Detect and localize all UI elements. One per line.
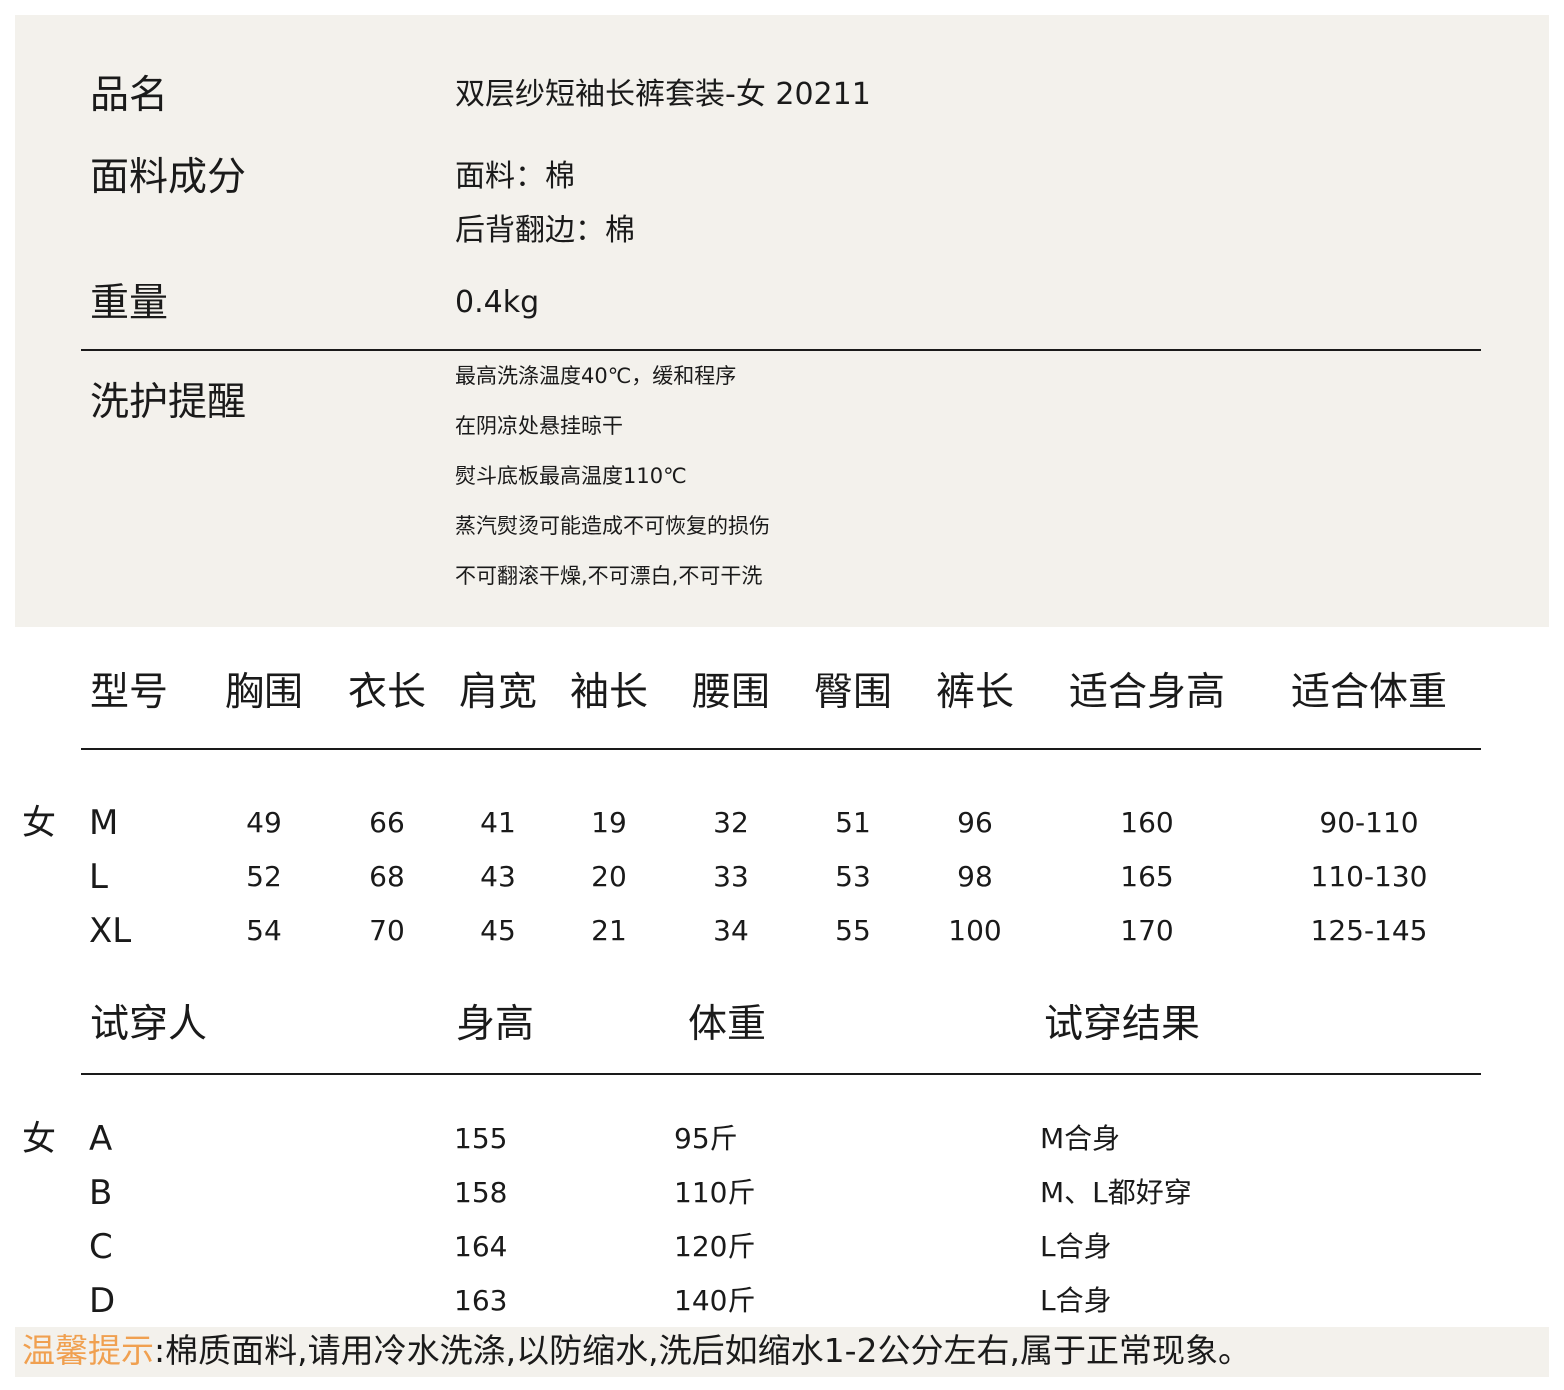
length-value: 66 — [369, 806, 405, 839]
pants-length-value: 98 — [957, 860, 993, 893]
shoulder-value: 45 — [480, 914, 516, 947]
fabric-line-main: 面料：棉 — [455, 159, 575, 194]
size-header-waist: 腰围 — [691, 670, 771, 715]
size-header-divider — [81, 748, 1481, 750]
chest-value: 52 — [246, 860, 282, 893]
tester-height: 158 — [454, 1176, 508, 1209]
product-name-label: 品名 — [90, 73, 169, 118]
tester-id: D — [89, 1281, 116, 1321]
shoulder-value: 41 — [480, 806, 516, 839]
fitting-header-result: 试穿结果 — [1044, 1002, 1201, 1047]
size-code: M — [89, 803, 119, 843]
waist-value: 33 — [713, 860, 749, 893]
tester-weight: 95斤 — [674, 1122, 738, 1155]
care-line: 熨斗底板最高温度110℃ — [455, 464, 687, 488]
waist-value: 32 — [713, 806, 749, 839]
size-header-hip: 臀围 — [813, 670, 893, 715]
tester-id: A — [89, 1119, 113, 1159]
sleeve-value: 19 — [591, 806, 627, 839]
pants-length-value: 96 — [957, 806, 993, 839]
tester-result: M合身 — [1040, 1122, 1121, 1155]
care-line: 蒸汽熨烫可能造成不可恢复的损伤 — [455, 514, 770, 538]
size-header-height: 适合身高 — [1068, 670, 1226, 715]
tester-result: L合身 — [1040, 1230, 1112, 1263]
size-header-chest: 胸围 — [224, 670, 304, 715]
size-header-weight: 适合体重 — [1290, 670, 1448, 715]
size-header-sleeve: 袖长 — [569, 670, 649, 715]
hip-value: 51 — [835, 806, 871, 839]
weight-value: 0.4kg — [455, 285, 540, 320]
tester-id: C — [89, 1227, 113, 1267]
size-header-pants-length: 裤长 — [935, 670, 1015, 715]
shoulder-value: 43 — [480, 860, 516, 893]
weight-label: 重量 — [90, 281, 169, 326]
tester-id: B — [89, 1173, 113, 1213]
height-value: 170 — [1120, 914, 1174, 947]
tip-text: 温馨提示:棉质面料,请用冷水洗涤,以防缩水,洗后如缩水1-2公分左右,属于正常现… — [22, 1334, 1251, 1367]
fabric-line-back: 后背翻边：棉 — [455, 213, 635, 248]
tester-height: 164 — [454, 1230, 508, 1263]
tester-height: 155 — [454, 1122, 508, 1155]
size-header-model: 型号 — [90, 670, 169, 715]
size-header-length: 衣长 — [347, 670, 427, 715]
sleeve-value: 21 — [591, 914, 627, 947]
tip-message: :棉质面料,请用冷水洗涤,以防缩水,洗后如缩水1-2公分左右,属于正常现象。 — [154, 1331, 1251, 1370]
size-code: XL — [89, 911, 132, 951]
tester-result: M、L都好穿 — [1040, 1176, 1192, 1209]
size-header-shoulder: 肩宽 — [458, 670, 538, 715]
height-value: 160 — [1120, 806, 1174, 839]
chest-value: 54 — [246, 914, 282, 947]
tip-label: 温馨提示 — [22, 1331, 154, 1370]
size-gender-label: 女 — [22, 803, 56, 843]
product-name-value: 双层纱短袖长裤套装-女 20211 — [455, 77, 871, 112]
care-label: 洗护提醒 — [90, 380, 247, 425]
tester-weight: 120斤 — [674, 1230, 756, 1263]
hip-value: 53 — [835, 860, 871, 893]
care-line: 最高洗涤温度40℃，缓和程序 — [455, 364, 737, 388]
length-value: 70 — [369, 914, 405, 947]
height-value: 165 — [1120, 860, 1174, 893]
fitting-header-divider — [81, 1073, 1481, 1075]
sleeve-value: 20 — [591, 860, 627, 893]
tester-weight: 110斤 — [674, 1176, 756, 1209]
tester-weight: 140斤 — [674, 1284, 756, 1317]
hip-value: 55 — [835, 914, 871, 947]
weight-value: 110-130 — [1310, 860, 1428, 893]
weight-value: 90-110 — [1319, 806, 1419, 839]
divider-line — [81, 349, 1481, 351]
size-code: L — [89, 857, 108, 897]
length-value: 68 — [369, 860, 405, 893]
weight-value: 125-145 — [1310, 914, 1428, 947]
fitting-header-weight: 体重 — [688, 1002, 767, 1047]
fitting-header-person: 试穿人 — [90, 1002, 208, 1047]
care-line: 不可翻滚干燥,不可漂白,不可干洗 — [455, 564, 763, 588]
tester-height: 163 — [454, 1284, 508, 1317]
tester-result: L合身 — [1040, 1284, 1112, 1317]
pants-length-value: 100 — [948, 914, 1002, 947]
care-line: 在阴凉处悬挂晾干 — [455, 414, 623, 438]
chest-value: 49 — [246, 806, 282, 839]
waist-value: 34 — [713, 914, 749, 947]
fitting-header-height: 身高 — [456, 1002, 535, 1047]
fabric-label: 面料成分 — [90, 155, 247, 200]
fitting-gender-label: 女 — [22, 1119, 56, 1159]
